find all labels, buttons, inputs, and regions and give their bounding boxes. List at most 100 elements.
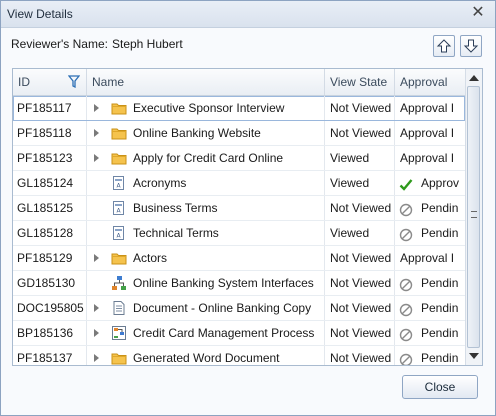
expand-arrow-icon[interactable]: [94, 129, 99, 137]
row-approval: Pendin: [421, 301, 459, 315]
row-name: Apply for Credit Card Online: [133, 151, 284, 165]
scroll-down-icon[interactable]: [469, 353, 479, 359]
row-approval-cell: Approval I: [400, 251, 455, 265]
row-id: PF185129: [13, 246, 87, 270]
title-bar: View Details ✕: [1, 1, 495, 28]
table-row[interactable]: BP185136 Credit Card Management Process No…: [13, 321, 465, 346]
row-approval: Approv: [421, 176, 460, 190]
row-name-cell: Online Banking Website: [87, 121, 325, 145]
row-approval-cell: Approv: [395, 171, 465, 195]
pending-icon: [399, 301, 413, 317]
column-header-id[interactable]: ID: [13, 69, 87, 95]
table-row[interactable]: PF185117 Executive Sponsor Interview Not V…: [13, 96, 465, 121]
row-approval-cell: Pendin: [395, 271, 465, 295]
row-id: GL185124: [13, 171, 87, 195]
row-view-state: Not Viewed: [325, 346, 395, 365]
folder-icon: [111, 350, 127, 365]
folder-icon: [111, 150, 127, 166]
folder-icon: [111, 100, 127, 116]
column-label-id: ID: [18, 75, 30, 89]
row-approval: Pendin: [421, 226, 459, 240]
row-approval: Pendin: [421, 276, 459, 290]
glossary-icon: A: [111, 200, 127, 216]
close-button[interactable]: Close: [402, 375, 478, 399]
row-view-state: Not Viewed: [325, 121, 395, 145]
row-name: Technical Terms: [133, 226, 219, 240]
scrollbar-thumb[interactable]: [467, 86, 480, 348]
row-name: Document - Online Banking Copy: [133, 301, 312, 315]
table-row[interactable]: DOC195805 Document - Online Banking Copy N…: [13, 296, 465, 321]
move-down-button[interactable]: [460, 35, 482, 57]
expand-arrow-icon[interactable]: [94, 254, 99, 262]
vertical-scrollbar[interactable]: [465, 69, 482, 365]
row-name: Online Banking Website: [133, 126, 261, 140]
column-header-name[interactable]: Name: [87, 69, 325, 95]
row-id: DOC195805: [13, 296, 87, 320]
row-name-cell: A Technical Terms: [87, 221, 325, 245]
move-up-button[interactable]: [433, 35, 455, 57]
dialog-content: Reviewer's Name: Steph Hubert ID Name Vie…: [1, 28, 495, 415]
glossary-icon: A: [111, 175, 127, 191]
column-label-approval: Approval: [400, 75, 448, 89]
pending-icon: [399, 326, 413, 342]
expand-arrow-icon[interactable]: [94, 104, 99, 112]
pending-icon: [399, 276, 413, 292]
check-icon: [399, 176, 413, 191]
row-name-cell: Actors: [87, 246, 325, 270]
folder-icon: [111, 125, 127, 141]
row-view-state: Viewed: [325, 146, 395, 170]
row-approval-cell: Pendin: [395, 221, 465, 245]
reviewer-info: Reviewer's Name: Steph Hubert: [11, 37, 183, 51]
grid-header: ID Name View State Approval: [13, 69, 465, 96]
row-view-state: Not Viewed: [325, 196, 395, 220]
view-details-dialog: View Details ✕ Reviewer's Name: Steph Hub…: [0, 0, 496, 416]
row-id: GD185130: [13, 271, 87, 295]
row-view-state: Not Viewed: [325, 321, 395, 345]
row-name: Online Banking System Interfaces: [133, 276, 314, 290]
expand-arrow-icon[interactable]: [94, 354, 99, 362]
row-approval-cell: Pendin: [395, 346, 465, 365]
row-approval-cell: Approval I: [400, 126, 455, 140]
row-id: PF185117: [13, 96, 87, 120]
expand-arrow-icon[interactable]: [94, 329, 99, 337]
row-name-cell: Generated Word Document: [87, 346, 325, 365]
column-header-view-state[interactable]: View State: [325, 69, 395, 95]
table-row[interactable]: GD185130 Online Banking System Interfaces…: [13, 271, 465, 296]
row-id: PF185137: [13, 346, 87, 365]
expand-arrow-icon[interactable]: [94, 304, 99, 312]
close-icon[interactable]: ✕: [469, 4, 487, 22]
table-row[interactable]: PF185137 Generated Word Document Not Viewe…: [13, 346, 465, 365]
row-name-cell: Apply for Credit Card Online: [87, 146, 325, 170]
row-approval: Pendin: [421, 351, 459, 365]
row-view-state: Not Viewed: [325, 271, 395, 295]
row-name: Executive Sponsor Interview: [133, 101, 285, 115]
process-icon: [111, 325, 127, 341]
pending-icon: [399, 351, 413, 365]
table-row[interactable]: GL185128 A Technical Terms Viewed Pendin: [13, 221, 465, 246]
column-label-view-state: View State: [330, 75, 388, 89]
row-view-state: Viewed: [325, 221, 395, 245]
table-row[interactable]: PF185123 Apply for Credit Card Online View…: [13, 146, 465, 171]
row-name-cell: Document - Online Banking Copy: [87, 296, 325, 320]
row-name: Credit Card Management Process: [133, 326, 315, 340]
row-approval-cell: Pendin: [395, 321, 465, 345]
expand-arrow-icon[interactable]: [94, 154, 99, 162]
table-row[interactable]: GL185125 A Business Terms Not Viewed Pendin: [13, 196, 465, 221]
column-header-approval[interactable]: Approval: [395, 69, 465, 95]
pending-icon: [399, 201, 413, 217]
table-row[interactable]: PF185129 Actors Not Viewed Approval I: [13, 246, 465, 271]
folder-icon: [111, 250, 127, 266]
row-approval: Pendin: [421, 201, 459, 215]
filter-icon[interactable]: [68, 75, 80, 88]
row-view-state: Not Viewed: [325, 296, 395, 320]
arrow-up-icon: [436, 39, 452, 53]
scroll-up-icon[interactable]: [469, 75, 479, 81]
table-row[interactable]: PF185118 Online Banking Website Not Viewed…: [13, 121, 465, 146]
row-id: BP185136: [13, 321, 87, 345]
dialog-title: View Details: [7, 7, 73, 21]
diagram-icon: [111, 275, 127, 291]
row-approval-cell: Approval I: [400, 151, 455, 165]
row-name: Actors: [133, 251, 168, 265]
table-row[interactable]: GL185124 A Acronyms Viewed Approv: [13, 171, 465, 196]
row-view-state: Not Viewed: [325, 96, 395, 120]
